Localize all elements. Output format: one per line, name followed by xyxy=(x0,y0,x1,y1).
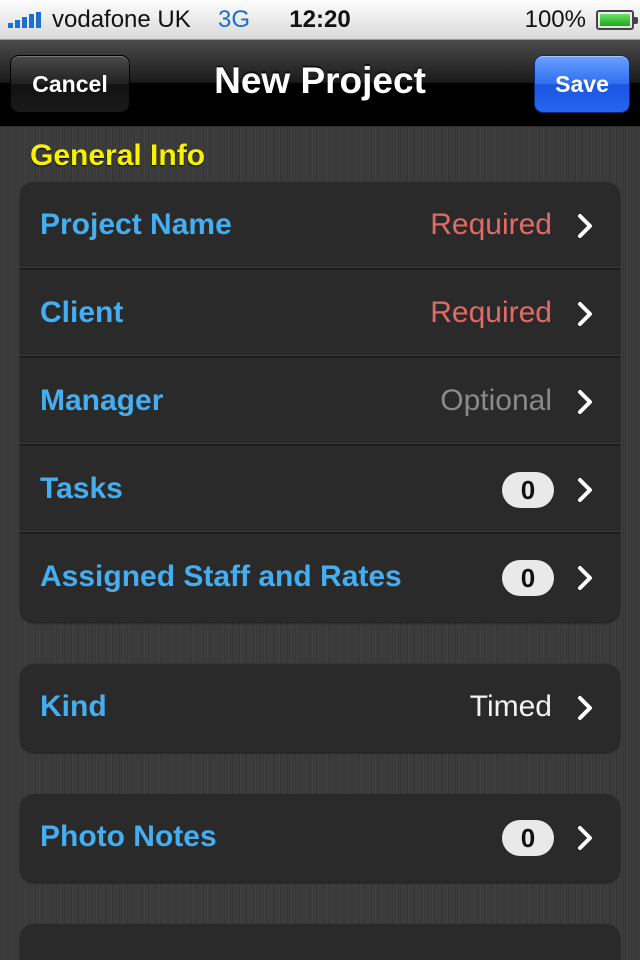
row-assigned-staff[interactable]: Assigned Staff and Rates 0 xyxy=(20,534,620,622)
chevron-right-icon xyxy=(578,826,592,850)
row-label: Manager xyxy=(40,384,164,417)
row-label: Kind xyxy=(40,690,107,723)
count-badge: 0 xyxy=(502,560,554,596)
chevron-right-icon xyxy=(578,566,592,590)
battery-percent: 100% xyxy=(524,6,586,33)
photo-notes-group: Photo Notes 0 xyxy=(20,794,620,882)
row-kind[interactable]: Kind Timed xyxy=(20,664,620,752)
row-value: Optional xyxy=(440,384,552,417)
count-badge: 0 xyxy=(502,820,554,856)
row-project-name[interactable]: Project Name Required xyxy=(20,182,620,270)
row-value: Required xyxy=(430,296,552,329)
row-client[interactable]: Client Required xyxy=(20,270,620,358)
row-value: Timed xyxy=(469,690,552,723)
chevron-right-icon xyxy=(578,302,592,326)
row-label: Project Name xyxy=(40,208,232,241)
battery-icon xyxy=(596,10,638,30)
section-header-general-info: General Info xyxy=(30,139,206,172)
chevron-right-icon xyxy=(578,478,592,502)
row-label: Tasks xyxy=(40,472,123,505)
row-photo-notes[interactable]: Photo Notes 0 xyxy=(20,794,620,882)
general-info-group: Project Name Required Client Required Ma… xyxy=(20,182,620,622)
row-value: Required xyxy=(430,208,552,241)
chevron-right-icon xyxy=(578,390,592,414)
status-bar: vodafone UK 3G 12:20 100% xyxy=(0,0,640,40)
count-badge: 0 xyxy=(502,472,554,508)
form-content[interactable]: General Info Project Name Required Clien… xyxy=(0,127,640,960)
row-label: Client xyxy=(40,296,124,329)
row-manager[interactable]: Manager Optional xyxy=(20,358,620,446)
save-button[interactable]: Save xyxy=(534,55,630,113)
chevron-right-icon xyxy=(578,696,592,720)
row-tasks[interactable]: Tasks 0 xyxy=(20,446,620,534)
next-group-partial[interactable] xyxy=(20,924,620,960)
row-label: Photo Notes xyxy=(40,820,217,853)
kind-group: Kind Timed xyxy=(20,664,620,752)
chevron-right-icon xyxy=(578,214,592,238)
row-label: Assigned Staff and Rates xyxy=(40,560,402,593)
navigation-bar: Cancel New Project Save xyxy=(0,40,640,126)
